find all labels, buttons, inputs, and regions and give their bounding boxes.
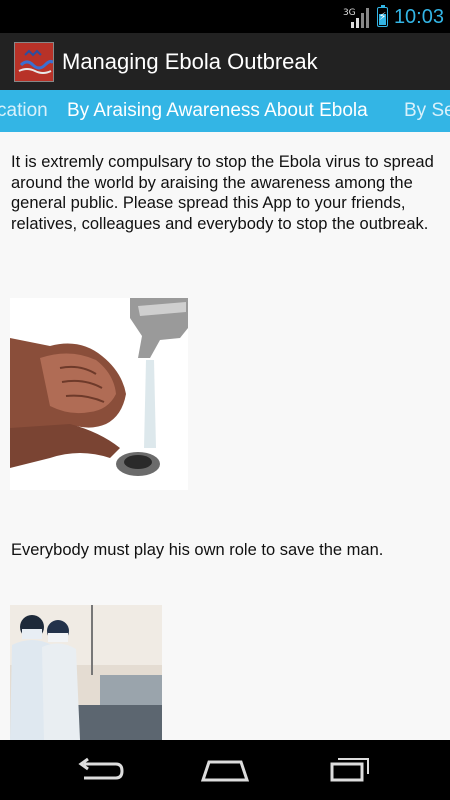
navigation-bar bbox=[0, 740, 450, 800]
status-bar: 3G ⚡ 10:03 bbox=[0, 0, 450, 33]
role-paragraph: Everybody must play his own role to save… bbox=[11, 541, 384, 559]
app-logo-icon[interactable] bbox=[14, 41, 54, 82]
signal-icon: 3G bbox=[343, 6, 371, 28]
home-icon[interactable] bbox=[195, 752, 255, 788]
handwashing-image bbox=[10, 298, 188, 490]
tab-strip[interactable]: cation By Araising Awareness About Ebola… bbox=[0, 90, 450, 132]
app-title: Managing Ebola Outbreak bbox=[62, 48, 318, 74]
status-icons: 3G ⚡ 10:03 bbox=[343, 2, 444, 32]
medical-workers-image bbox=[10, 605, 162, 740]
tab-previous[interactable]: cation bbox=[0, 90, 48, 132]
tab-awareness[interactable]: By Araising Awareness About Ebola bbox=[67, 90, 368, 132]
battery-charging-icon: ⚡ bbox=[376, 5, 388, 27]
content-scroll[interactable]: It is extremly compulsary to stop the Eb… bbox=[0, 132, 450, 740]
intro-paragraph: It is extremly compulsary to stop the Eb… bbox=[11, 153, 434, 233]
action-bar: Managing Ebola Outbreak bbox=[0, 33, 450, 90]
back-icon[interactable] bbox=[70, 752, 130, 788]
clock: 10:03 bbox=[393, 5, 444, 28]
recent-apps-icon[interactable] bbox=[320, 752, 380, 788]
tab-next[interactable]: By Se bbox=[404, 90, 450, 132]
